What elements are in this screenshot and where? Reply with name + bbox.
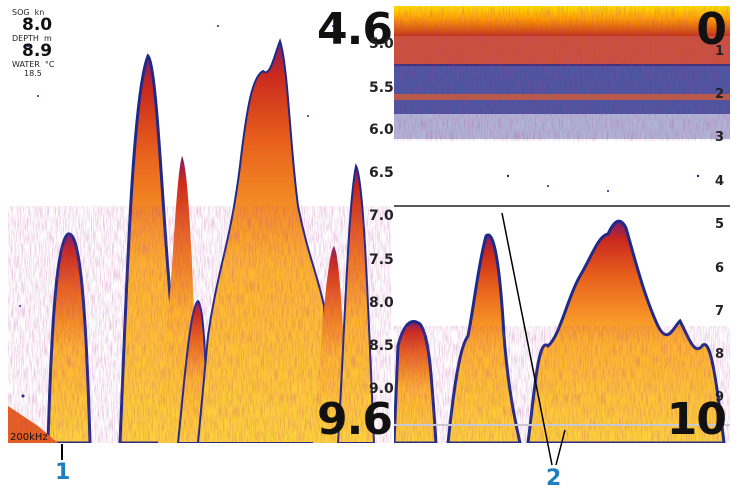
callout-2-leaders <box>501 212 566 466</box>
callout-2: 2 <box>546 466 562 491</box>
